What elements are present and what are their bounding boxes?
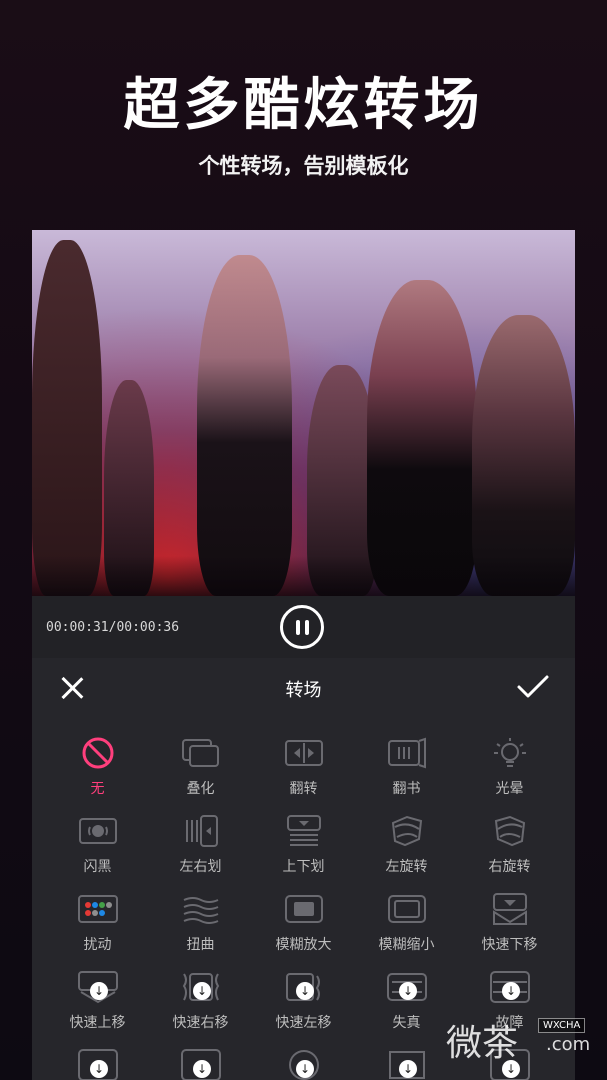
transition-icon: ↓ — [283, 1048, 325, 1080]
watermark-text: 微茶 — [446, 1023, 519, 1064]
transition-glitch[interactable]: 扰动 — [46, 892, 149, 970]
transition-none[interactable]: 无 — [46, 736, 149, 814]
blur-zoom-in-icon — [283, 892, 325, 926]
transition-label: 快速上移 — [69, 1015, 126, 1031]
flip-icon — [283, 736, 325, 770]
time-display: 00:00:31/00:00:36 — [46, 620, 180, 635]
watermark-tag: WXCHA — [538, 1018, 586, 1033]
watermark-domain: .com — [546, 1034, 591, 1055]
transition-partial[interactable]: ↓ — [46, 1048, 149, 1080]
video-preview[interactable] — [32, 230, 575, 596]
transition-fast-right[interactable]: ↓ 快速右移 — [149, 970, 252, 1048]
swipe-vertical-icon — [283, 814, 325, 848]
transition-label: 快速左移 — [275, 1015, 332, 1031]
confirm-check-icon[interactable] — [516, 672, 550, 702]
playback-bar: 00:00:31/00:00:36 — [32, 596, 575, 658]
none-icon — [77, 736, 119, 770]
download-icon: ↓ — [296, 1060, 314, 1078]
transition-flash-black[interactable]: 闪黑 — [46, 814, 149, 892]
transition-label: 失真 — [392, 1015, 421, 1031]
transition-partial[interactable]: ↓ — [149, 1048, 252, 1080]
rotate-right-icon — [489, 814, 531, 848]
flash-black-icon — [77, 814, 119, 848]
transition-distort[interactable]: 扭曲 — [149, 892, 252, 970]
transition-fast-down[interactable]: 快速下移 — [458, 892, 561, 970]
download-icon: ↓ — [296, 982, 314, 1000]
transition-label: 模糊缩小 — [378, 937, 435, 953]
watermark: 微茶 WXCHA .com — [446, 1012, 606, 1064]
distort-icon — [180, 892, 222, 926]
transition-label: 左右划 — [179, 859, 222, 875]
blur-zoom-out-icon — [386, 892, 428, 926]
distortion-icon: ↓ — [386, 970, 428, 1004]
transition-label: 扭曲 — [186, 937, 215, 953]
transition-fast-left[interactable]: ↓ 快速左移 — [252, 970, 355, 1048]
book-flip-icon — [386, 736, 428, 770]
transition-label: 快速右移 — [172, 1015, 229, 1031]
hero-subtitle: 个性转场，告别模板化 — [198, 154, 409, 178]
transition-blur-zoom-in[interactable]: 模糊放大 — [252, 892, 355, 970]
download-icon: ↓ — [90, 1060, 108, 1078]
transition-label: 左旋转 — [385, 859, 428, 875]
dissolve-icon — [180, 736, 222, 770]
transition-blur-zoom-out[interactable]: 模糊缩小 — [355, 892, 458, 970]
transition-label: 快速下移 — [481, 937, 538, 953]
transition-distortion[interactable]: ↓ 失真 — [355, 970, 458, 1048]
transition-book-flip[interactable]: 翻书 — [355, 736, 458, 814]
transition-icon: ↓ — [180, 1048, 222, 1080]
download-icon: ↓ — [193, 1060, 211, 1078]
download-icon: ↓ — [399, 982, 417, 1000]
transition-rotate-right[interactable]: 右旋转 — [458, 814, 561, 892]
pause-button[interactable] — [280, 605, 324, 649]
transition-label: 模糊放大 — [275, 937, 332, 953]
swipe-horizontal-icon — [180, 814, 222, 848]
transition-rotate-left[interactable]: 左旋转 — [355, 814, 458, 892]
download-icon: ↓ — [193, 982, 211, 1000]
fast-left-icon: ↓ — [283, 970, 325, 1004]
fast-right-icon: ↓ — [180, 970, 222, 1004]
transition-glow[interactable]: 光晕 — [458, 736, 561, 814]
transition-icon: ↓ — [77, 1048, 119, 1080]
fast-up-icon: ↓ — [77, 970, 119, 1004]
transition-swipe-vertical[interactable]: 上下划 — [252, 814, 355, 892]
panel-title: 转场 — [285, 680, 322, 701]
download-icon: ↓ — [502, 982, 520, 1000]
transition-label: 翻书 — [392, 781, 421, 797]
transition-dissolve[interactable]: 叠化 — [149, 736, 252, 814]
download-icon: ↓ — [90, 982, 108, 1000]
transition-swipe-horizontal[interactable]: 左右划 — [149, 814, 252, 892]
transition-label: 无 — [90, 781, 105, 797]
transition-icon: ↓ — [386, 1048, 428, 1080]
transition-label: 闪黑 — [83, 859, 112, 875]
transition-label: 翻转 — [289, 781, 318, 797]
transition-label: 上下划 — [282, 859, 325, 875]
download-icon: ↓ — [399, 1060, 417, 1078]
glitch-icon — [77, 892, 119, 926]
transition-partial[interactable]: ↓ — [355, 1048, 458, 1080]
transition-label: 扰动 — [83, 937, 112, 953]
transition-fast-up[interactable]: ↓ 快速上移 — [46, 970, 149, 1048]
glow-icon — [489, 736, 531, 770]
panel-header: 转场 — [32, 658, 575, 718]
fast-down-icon — [489, 892, 531, 926]
fault-icon: ↓ — [489, 970, 531, 1004]
editor-screen: 00:00:31/00:00:36 转场 无 叠化 翻转 翻书 光晕 闪黑 左右… — [32, 230, 575, 1080]
transition-label: 叠化 — [186, 781, 215, 797]
hero-title: 超多酷炫转场 — [123, 73, 484, 138]
transition-label: 右旋转 — [488, 859, 531, 875]
transition-label: 光晕 — [495, 781, 524, 797]
transition-flip[interactable]: 翻转 — [252, 736, 355, 814]
transition-partial[interactable]: ↓ — [252, 1048, 355, 1080]
rotate-left-icon — [386, 814, 428, 848]
